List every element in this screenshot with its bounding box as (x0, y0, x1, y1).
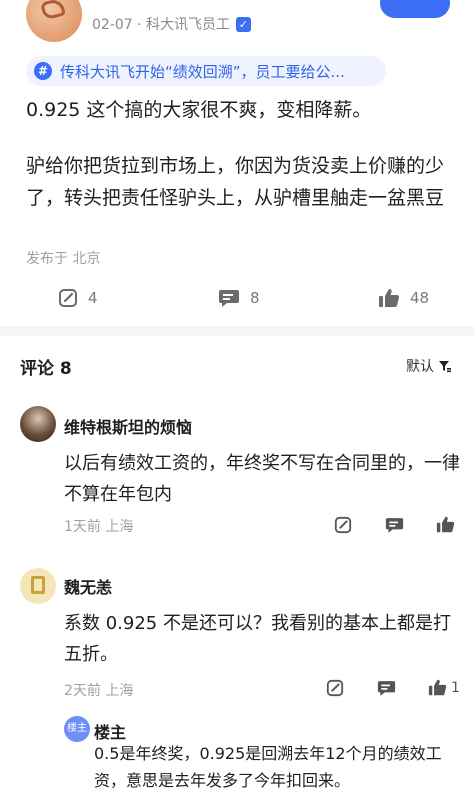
verified-icon: ✓ (236, 16, 252, 32)
hashtag-icon: # (34, 62, 52, 80)
thumbs-up-icon (428, 679, 447, 696)
op-badge-icon: 楼主 (64, 716, 90, 742)
section-divider (0, 326, 474, 336)
comments-title: 评论 8 (20, 359, 72, 379)
follow-button[interactable] (380, 0, 450, 18)
post-header: 02-07 · 科大讯飞员工 ✓ (0, 0, 474, 44)
comment-meta: 1天前 上海 (64, 519, 134, 535)
comment-repost-button[interactable] (334, 516, 352, 534)
post-meta: 02-07 · 科大讯飞员工 ✓ (92, 14, 252, 34)
comment-like-count: 1 (451, 679, 460, 696)
comment-like-button[interactable]: 1 (428, 678, 460, 697)
edit-icon (326, 679, 344, 697)
post-paragraph-2: 驴给你把货拉到市场上，你因为货没卖上价赚的少了，转头把责任怪驴头上，从驴槽里舳走… (26, 155, 445, 209)
commenter-avatar[interactable] (20, 568, 56, 604)
comment-reply-button[interactable] (377, 679, 396, 697)
repost-count: 4 (88, 289, 98, 307)
post-paragraph-1: 0.925 这个搞的大家很不爽，变相降薪。 (26, 99, 372, 121)
thumbs-up-icon (436, 516, 455, 533)
topic-text: 传科大讯飞开始“绩效回溯”，员工要给公... (60, 62, 345, 81)
repost-button[interactable]: 4 (58, 288, 98, 308)
comment-like-button[interactable] (436, 515, 459, 534)
comment-icon (377, 681, 396, 696)
comment-icon (219, 290, 239, 307)
comment-button[interactable]: 8 (218, 288, 260, 308)
filter-icon (439, 361, 451, 373)
edit-icon (59, 289, 77, 307)
commenter-name[interactable]: 维特根斯坦的烦恼 (64, 414, 192, 438)
comment-meta: 2天前 上海 (64, 683, 134, 699)
topic-tag[interactable]: # 传科大讯飞开始“绩效回溯”，员工要给公... (26, 56, 386, 86)
comment-icon (385, 518, 404, 533)
edit-icon (334, 516, 352, 534)
sort-dropdown[interactable]: 默认 (406, 356, 452, 376)
post-body: 0.925 这个搞的大家很不爽，变相降薪。 驴给你把货拉到市场上，你因为货没卖上… (26, 94, 456, 214)
post-meta-text: 02-07 · 科大讯飞员工 (92, 17, 231, 33)
author-avatar[interactable] (26, 0, 82, 42)
reply-text: 0.5是年终奖，0.925是回溯去年12个月的绩效工资，意思是去年发多了今年扣回… (94, 744, 442, 790)
sort-label: 默认 (406, 359, 434, 375)
like-count: 48 (410, 289, 430, 307)
like-button[interactable]: 48 (378, 287, 429, 309)
commenter-name[interactable]: 魏无恙 (64, 574, 112, 598)
comment-count: 8 (250, 289, 260, 307)
thumbs-up-icon (379, 289, 400, 308)
comments-header: 评论 8 默认 (0, 346, 474, 386)
comment-repost-button[interactable] (326, 679, 344, 697)
commenter-avatar[interactable] (20, 406, 56, 442)
comment-text: 系数 0.925 不是还可以？我看别的基本上都是打五折。 (64, 613, 451, 665)
post-location: 发布于 北京 (26, 251, 101, 267)
post-actions: 4 8 48 (0, 286, 474, 314)
comment-reply-button[interactable] (385, 516, 404, 534)
comment-text: 以后有绩效工资的，年终奖不写在合同里的，一律不算在年包内 (64, 453, 460, 505)
